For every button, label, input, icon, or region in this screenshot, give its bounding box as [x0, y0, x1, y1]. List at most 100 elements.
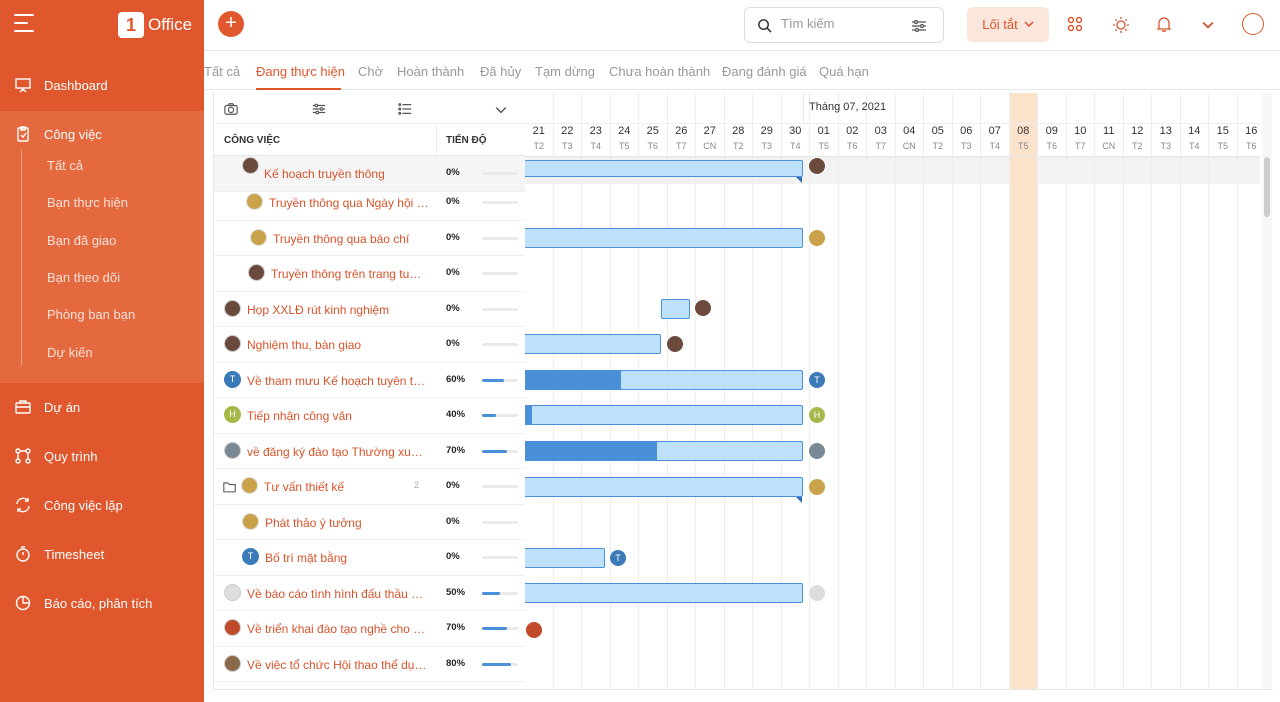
sidebar-item-reports[interactable]: Báo cáo, phân tích	[0, 580, 204, 626]
task-name[interactable]: Về báo cáo tình hình đấu thầu quý	[247, 587, 427, 601]
apps-grid-icon[interactable]	[1067, 16, 1085, 34]
task-name[interactable]: Kế hoạch truyền thông	[264, 167, 434, 181]
assignee-avatar	[666, 335, 684, 353]
shortcut-button[interactable]: Lối tắt	[967, 7, 1049, 42]
gantt-bar[interactable]	[525, 441, 803, 461]
table-row[interactable]: Truyền thông trên trang tuyển dụng 0%	[214, 256, 525, 292]
task-name[interactable]: Truyền thông trên trang tuyển dụng	[271, 267, 424, 281]
gantt-bar[interactable]	[525, 583, 803, 603]
task-name[interactable]: Về triển khai đào tạo nghề cho người lao…	[247, 622, 427, 636]
tab-incomplete[interactable]: Chưa hoàn thành	[609, 64, 710, 79]
gantt-bar[interactable]	[661, 299, 690, 319]
gantt-day-number: 26	[675, 125, 688, 137]
submenu-item-all[interactable]: Tất cả	[47, 158, 83, 173]
task-name[interactable]: Nghiệm thu, bàn giao	[247, 338, 427, 352]
table-row[interactable]: Nghiệm thu, bàn giao 0%	[214, 327, 525, 363]
table-row[interactable]: Về triển khai đào tạo nghề cho người lao…	[214, 611, 525, 647]
submenu-item-department[interactable]: Phòng ban bạn	[47, 307, 135, 322]
task-name[interactable]: về đăng ký đào tạo Thường xuyên	[247, 445, 427, 459]
task-name[interactable]: Tiếp nhận công văn	[247, 409, 427, 423]
sidebar-item-label: Quy trình	[44, 448, 98, 464]
hamburger-menu-icon[interactable]	[14, 14, 34, 34]
sidebar-item-workflow[interactable]: Quy trình	[0, 433, 204, 479]
gantt-bar[interactable]	[525, 477, 803, 497]
gantt-day-number: 27	[703, 125, 716, 137]
vertical-scrollbar[interactable]	[1262, 93, 1272, 689]
search-input[interactable]	[781, 16, 901, 31]
table-row[interactable]: Truyền thông qua Ngày hội tuyển dụng 0%	[214, 185, 525, 221]
gantt-chart: 21 T2 22 T3 23 T4 24 T5 25 T6 26 T7 27 CN 28 T2 29 T3 30 T4…	[525, 93, 1260, 689]
user-avatar[interactable]	[1242, 13, 1264, 35]
tab-reviewing[interactable]: Đang đánh giá	[722, 64, 807, 79]
gantt-day-column: 09 T6	[1038, 93, 1067, 689]
table-row[interactable]: về đăng ký đào tạo Thường xuyên 70%	[214, 434, 525, 469]
gantt-bar[interactable]	[525, 160, 803, 177]
sidebar-item-tasks[interactable]: Công việc	[0, 111, 204, 157]
table-row[interactable]: Tư vấn thiết kế 2 0%	[214, 469, 525, 505]
task-name[interactable]: Về tham mưu Kế hoạch tuyên truyền	[247, 374, 427, 388]
filter-settings-icon[interactable]	[911, 18, 927, 39]
camera-icon[interactable]	[224, 102, 238, 121]
progress-fill	[482, 378, 504, 382]
gantt-bar[interactable]	[525, 548, 605, 568]
gantt-bar[interactable]	[525, 370, 803, 390]
table-row[interactable]: Về báo cáo tình hình đấu thầu quý 50%	[214, 576, 525, 611]
gantt-weekday: T6	[647, 141, 658, 151]
table-row[interactable]: Phát thảo ý tưởng 0%	[214, 505, 525, 540]
task-name[interactable]: Về việc tổ chức Hội thao thể dục thể tha…	[247, 658, 427, 672]
gantt-bar[interactable]	[525, 405, 803, 425]
task-name[interactable]: Truyền thông qua báo chí	[273, 232, 428, 246]
progress-bar	[482, 201, 518, 204]
gantt-header-line	[525, 123, 1260, 124]
task-name[interactable]: Họp XXLĐ rút kinh nghiệm	[247, 303, 427, 317]
submenu-item-doing[interactable]: Bạn thực hiện	[47, 195, 128, 210]
list-icon[interactable]	[398, 102, 412, 121]
task-name[interactable]: Tư vấn thiết kế	[264, 480, 404, 494]
chevron-down-icon[interactable]	[1202, 18, 1220, 36]
sidebar-item-projects[interactable]: Dự án	[0, 384, 204, 430]
search-box[interactable]	[744, 7, 944, 43]
gantt-bar[interactable]	[525, 334, 661, 354]
gantt-day-number: 12	[1131, 125, 1144, 137]
sidebar-item-dashboard[interactable]: Dashboard	[0, 62, 204, 108]
progress-bar	[482, 591, 518, 595]
bell-icon[interactable]	[1156, 16, 1174, 34]
table-row[interactable]: Về việc tổ chức Hội thao thể dục thể tha…	[214, 647, 525, 682]
column-header-task[interactable]: CÔNG VIỆC	[224, 135, 280, 146]
assignee-avatar	[224, 299, 241, 317]
submenu-item-assigned[interactable]: Bạn đã giao	[47, 233, 116, 248]
task-name[interactable]: Truyền thông qua Ngày hội tuyển dụng	[269, 196, 429, 210]
chevron-down-icon[interactable]	[495, 103, 507, 121]
tab-in-progress[interactable]: Đang thực hiện	[256, 64, 345, 79]
add-button[interactable]: +	[218, 11, 244, 37]
tab-overdue[interactable]: Quá hạn	[819, 64, 869, 79]
tab-waiting[interactable]: Chờ	[358, 64, 383, 79]
sidebar-item-recurring[interactable]: Công việc lặp	[0, 482, 204, 528]
gantt-day-column: 13 T3	[1152, 93, 1181, 689]
tab-cancelled[interactable]: Đã hủy	[480, 64, 521, 79]
settings-sliders-icon[interactable]	[312, 102, 326, 121]
scrollbar-thumb[interactable]	[1264, 157, 1270, 217]
tab-completed[interactable]: Hoàn thành	[397, 64, 464, 79]
submenu-item-following[interactable]: Bạn theo dõi	[47, 270, 120, 285]
task-name[interactable]: Phát thảo ý tưởng	[265, 516, 425, 530]
gantt-bar[interactable]	[525, 228, 803, 248]
table-row[interactable]: Họp XXLĐ rút kinh nghiệm 0%	[214, 292, 525, 327]
table-row[interactable]: Truyền thông qua báo chí 0%	[214, 221, 525, 256]
table-row[interactable]: T Về tham mưu Kế hoạch tuyên truyền 60%	[214, 363, 525, 398]
assignee-avatar	[241, 477, 258, 494]
sidebar-item-timesheet[interactable]: Timesheet	[0, 531, 204, 577]
tab-paused[interactable]: Tạm dừng	[535, 64, 595, 79]
table-row[interactable]: H Tiếp nhận công văn 40%	[214, 398, 525, 434]
folder-icon[interactable]	[223, 481, 236, 496]
submenu-item-planned[interactable]: Dự kiến	[47, 345, 93, 360]
gantt-weekday: T6	[846, 141, 858, 151]
task-table-header: CÔNG VIỆC TIẾN ĐỘ	[214, 124, 525, 156]
task-name[interactable]: Bố trí mặt bằng	[265, 551, 425, 565]
tab-all[interactable]: Tất cả	[204, 64, 240, 79]
lightbulb-icon[interactable]	[1112, 16, 1130, 34]
app-logo[interactable]: Office	[118, 12, 192, 38]
table-row[interactable]: T Bố trí mặt bằng 0%	[214, 540, 525, 576]
column-header-progress[interactable]: TIẾN ĐỘ	[446, 135, 487, 146]
assignee-avatar	[224, 441, 241, 459]
